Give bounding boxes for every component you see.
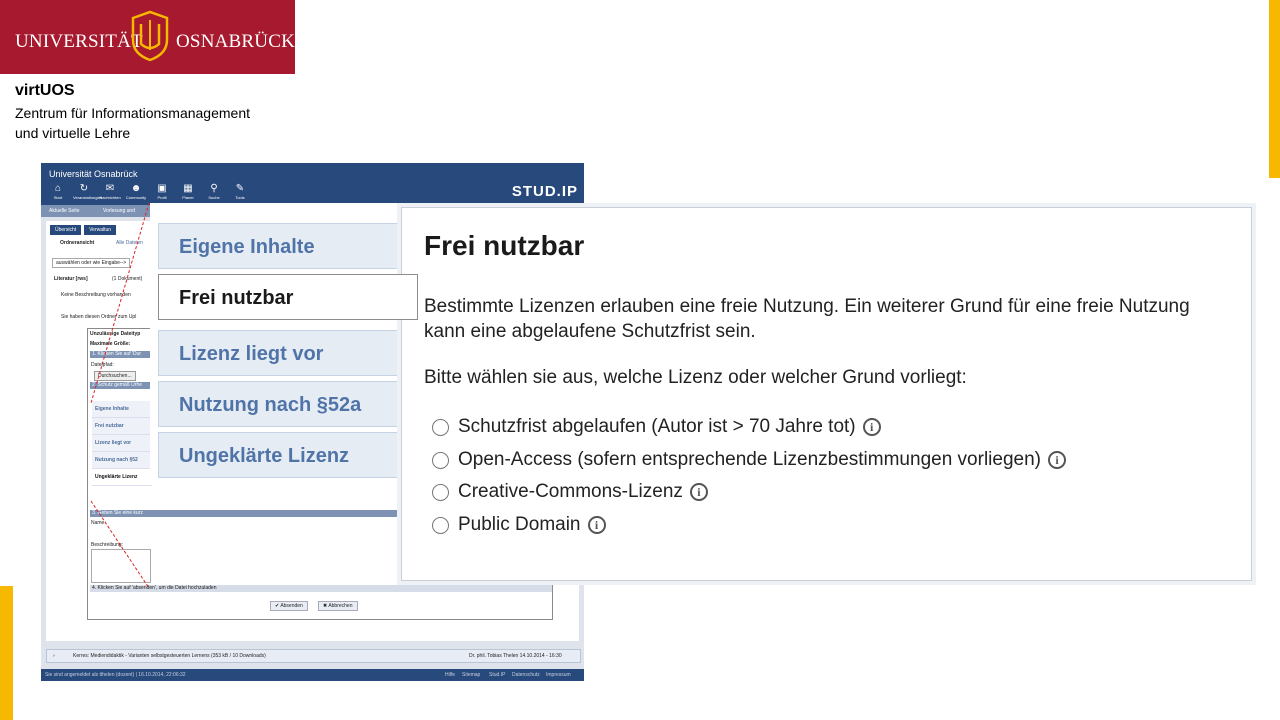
panel-intro: Bestimmte Lizenzen erlauben eine freie N… — [424, 296, 1190, 342]
radio-button[interactable] — [432, 483, 449, 501]
license-tab-own[interactable]: Eigene Inhalte — [158, 223, 404, 269]
option-label: Open-Access (sofern entsprechende Lizenz… — [458, 449, 1041, 470]
option-open-access[interactable]: Open-Access (sofern entsprechende Lizenz… — [432, 448, 1066, 472]
info-icon[interactable]: i — [587, 516, 606, 534]
radio-button[interactable] — [432, 418, 449, 436]
option-label: Public Domain — [458, 514, 581, 535]
info-icon[interactable]: i — [689, 483, 708, 501]
option-label: Creative-Commons-Lizenz — [458, 481, 683, 502]
info-icon[interactable]: i — [1047, 451, 1066, 469]
option-creative-commons[interactable]: Creative-Commons-Lizenz i — [432, 480, 708, 504]
org-subtitle: Zentrum für Informationsmanagement und v… — [15, 103, 305, 143]
radio-button[interactable] — [432, 451, 449, 469]
license-tab-free[interactable]: Frei nutzbar — [158, 274, 418, 320]
accent-bar-left — [0, 586, 13, 720]
radio-button[interactable] — [432, 516, 449, 534]
university-logo: UNIVERSITÄT OSNABRÜCK — [0, 0, 295, 74]
option-expired[interactable]: Schutzfrist abgelaufen (Autor ist > 70 J… — [432, 415, 881, 439]
panel-question: Bitte wählen sie aus, welche Lizenz oder… — [424, 367, 967, 388]
crest-icon — [131, 10, 169, 62]
license-tab-52a[interactable]: Nutzung nach §52a — [158, 381, 404, 427]
org-name: virtUOS — [15, 82, 75, 99]
org-subtitle-line1: Zentrum für Informationsmanagement — [15, 105, 250, 121]
license-tab-licensed[interactable]: Lizenz liegt vor — [158, 330, 404, 376]
info-icon[interactable]: i — [862, 418, 881, 436]
license-detail-panel: Frei nutzbar Bestimmte Lizenzen erlauben… — [401, 207, 1252, 581]
org-subtitle-line2: und virtuelle Lehre — [15, 125, 131, 141]
logo-text-right: OSNABRÜCK — [176, 31, 295, 52]
panel-heading: Frei nutzbar — [424, 230, 585, 261]
license-tab-unclear[interactable]: Ungeklärte Lizenz — [158, 432, 404, 478]
option-public-domain[interactable]: Public Domain i — [432, 513, 606, 537]
option-label: Schutzfrist abgelaufen (Autor ist > 70 J… — [458, 416, 856, 437]
logo-text-left: UNIVERSITÄT — [15, 31, 143, 52]
accent-bar-right — [1269, 0, 1280, 178]
